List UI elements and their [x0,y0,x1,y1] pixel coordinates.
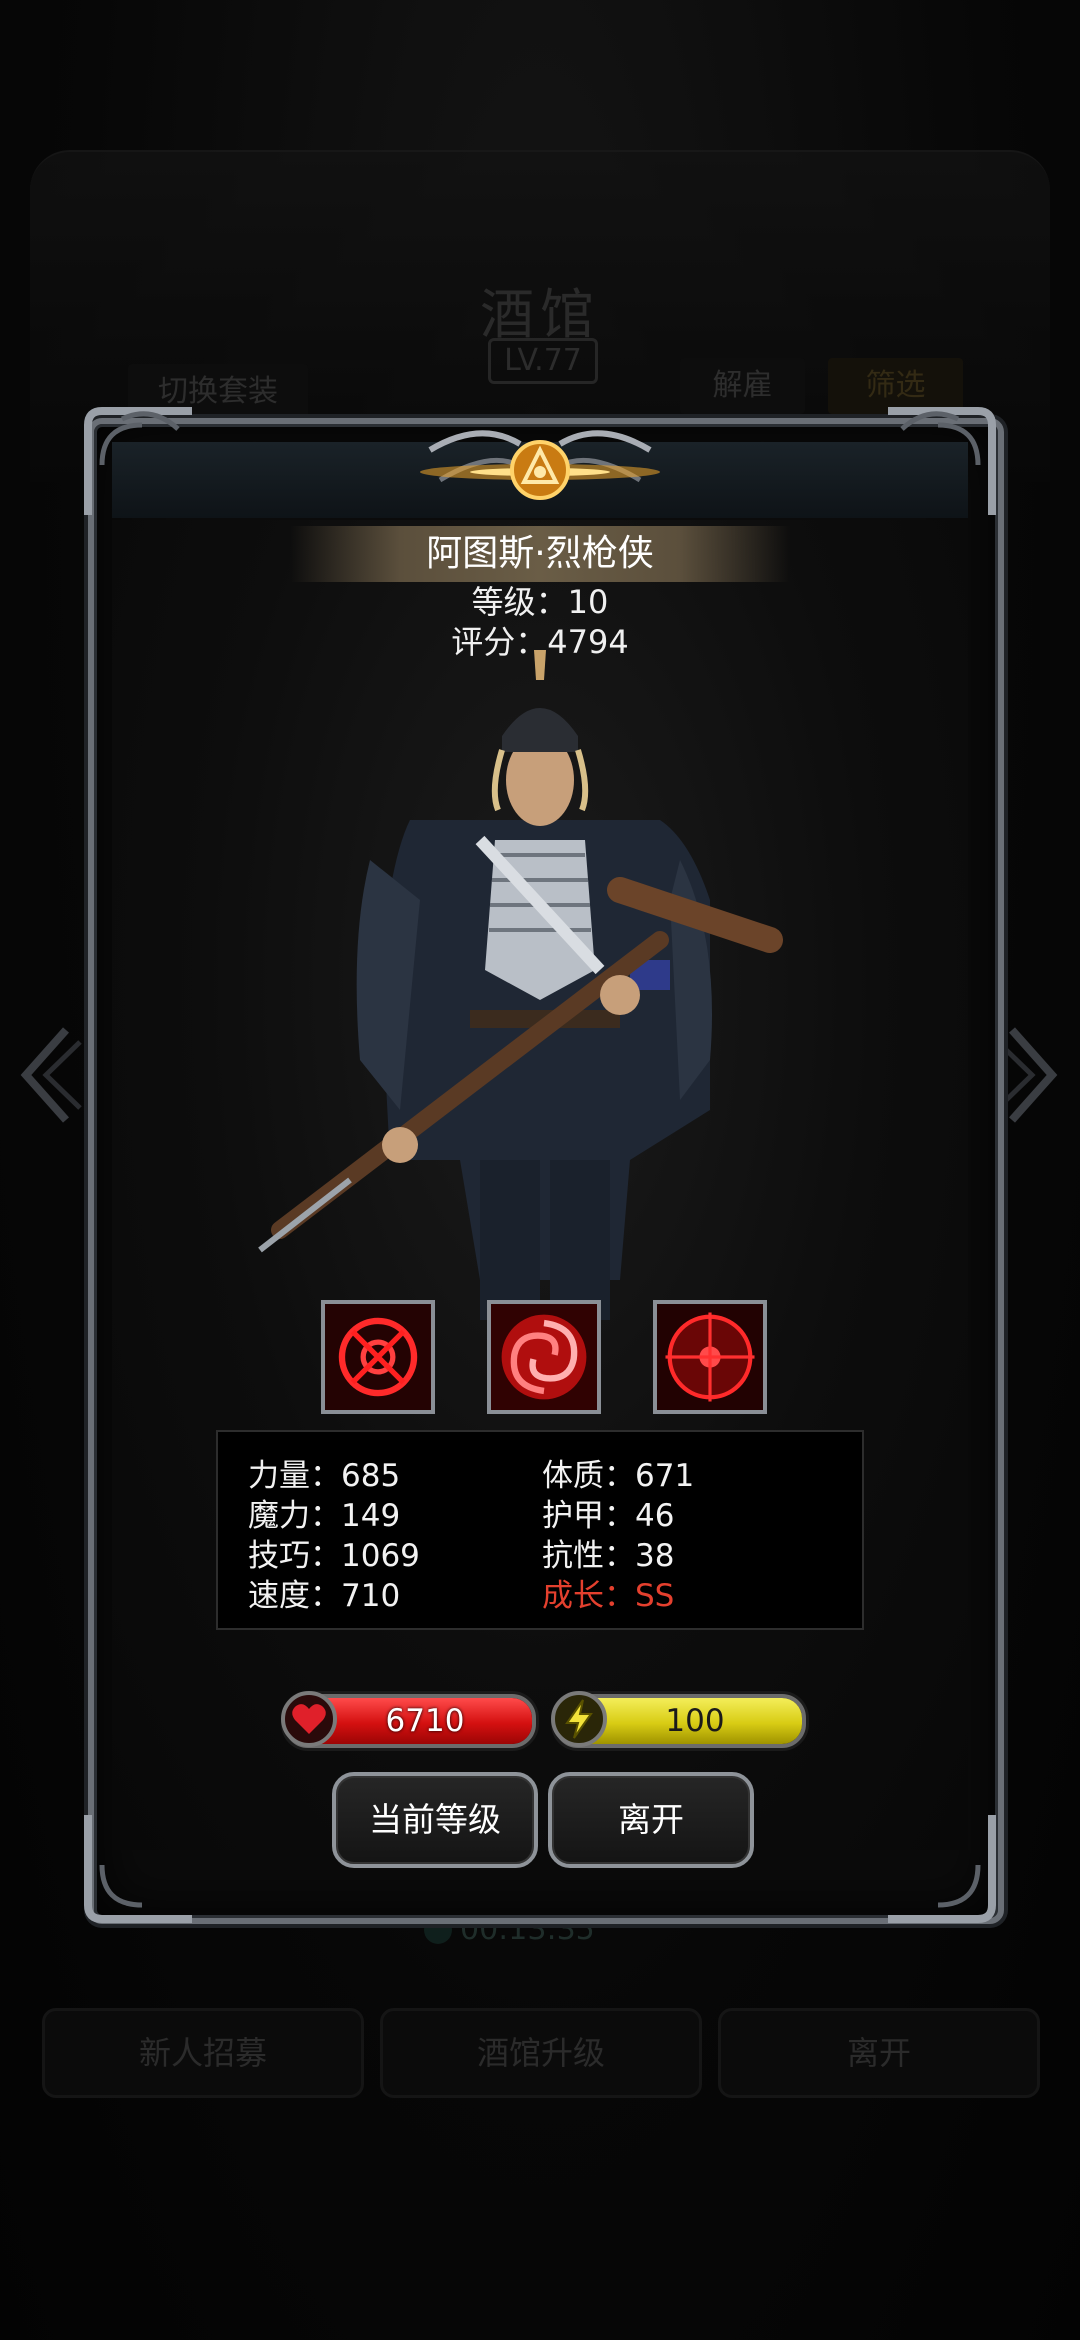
energy-value: 100 [665,1703,725,1739]
leave-button[interactable]: 离开 [548,1772,754,1868]
stat-speed: 速度：710 [248,1578,401,1614]
vortex-skill-icon [491,1304,597,1410]
stat-armor: 护甲：46 [542,1498,675,1534]
stat-skill: 技巧：1069 [248,1538,420,1574]
stat-constitution: 体质：671 [542,1458,695,1494]
stat-magic: 魔力：149 [248,1498,401,1534]
frame-corner-ornament-icon [888,407,996,515]
lightning-icon [551,1691,607,1747]
target-skill-icon [325,1304,431,1410]
skill-slot-1[interactable] [321,1300,435,1414]
frame-corner-ornament-icon [84,407,192,515]
previous-hero-arrow-icon[interactable] [14,1020,84,1130]
skill-slot-3[interactable] [653,1300,767,1414]
heart-icon [281,1691,337,1747]
stat-strength: 力量：685 [248,1458,401,1494]
crosshair-skill-icon [657,1304,763,1410]
next-hero-arrow-icon[interactable] [994,1020,1064,1130]
background-tavern-level: LV.77 [488,338,598,384]
background-dismiss-button: 解雇 [680,358,805,414]
frame-corner-ornament-icon [888,1815,996,1923]
background-upgrade-button: 酒馆升级 [380,2008,702,2098]
gold-crest-emblem-icon [420,430,660,500]
frame-corner-ornament-icon [84,1815,192,1923]
current-level-button[interactable]: 当前等级 [332,1772,538,1868]
hp-value: 6710 [385,1703,465,1739]
background-leave-button: 离开 [718,2008,1040,2098]
hero-level: 等级：10 [471,583,609,621]
hero-name: 阿图斯·烈枪侠 [426,533,654,574]
hero-stats-panel: 力量：685 体质：671 魔力：149 护甲：46 技巧：1069 抗性：38… [216,1430,864,1630]
background-recruit-button: 新人招募 [42,2008,364,2098]
stat-resistance: 抗性：38 [542,1538,675,1574]
skill-slot-2[interactable] [487,1300,601,1414]
stat-growth: 成长：SS [542,1578,675,1614]
